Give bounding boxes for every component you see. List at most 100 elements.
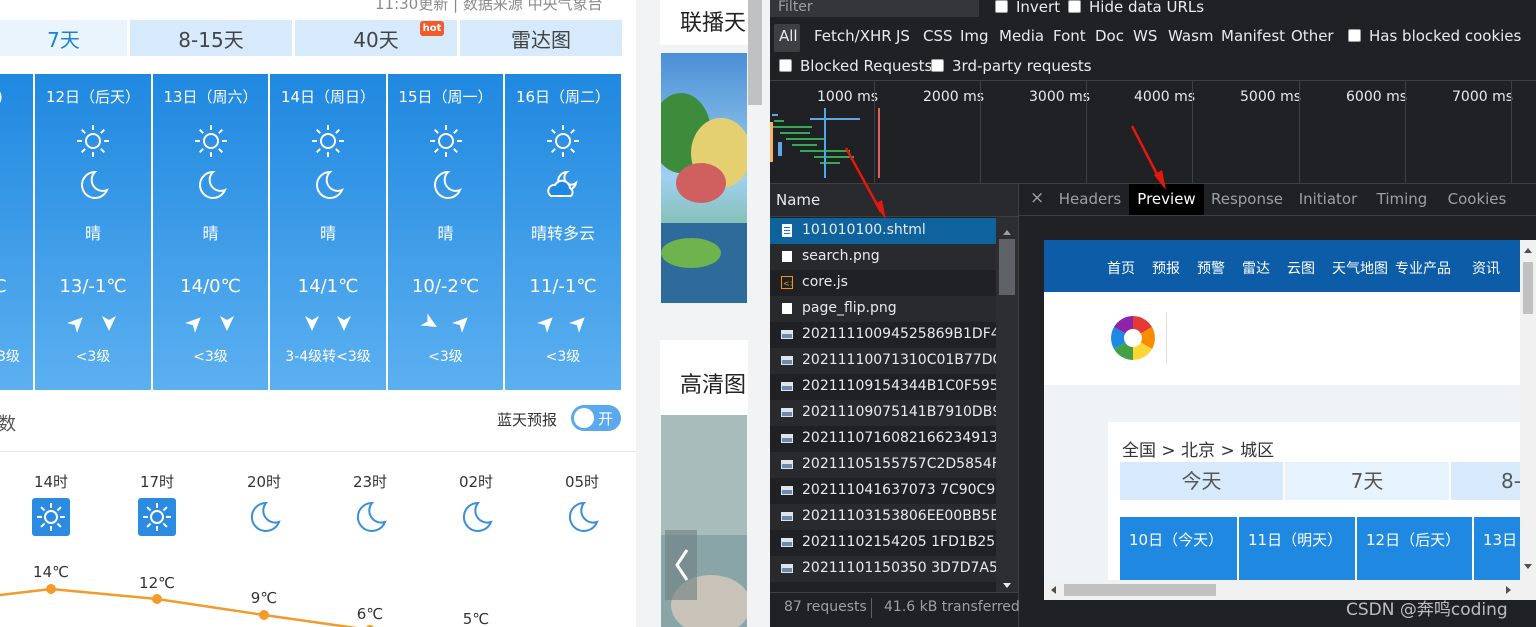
section-title-hd: 高清图 xyxy=(680,373,747,398)
blue-sky-toggle[interactable]: 开 xyxy=(571,405,621,431)
request-row[interactable]: search.png xyxy=(770,244,996,270)
day-date: 16日（周二） xyxy=(515,88,611,106)
request-row[interactable]: <> core.js xyxy=(770,270,996,296)
preview-nav-item[interactable]: 云图 xyxy=(1287,258,1315,278)
tab-preview[interactable]: Preview xyxy=(1129,184,1204,215)
preview-nav-item[interactable]: 预报 xyxy=(1152,258,1180,278)
name-column-header[interactable]: Name xyxy=(770,184,1018,216)
sun-icon xyxy=(32,498,70,536)
filter-manifest[interactable]: Manifest xyxy=(1221,27,1285,45)
status-requests: 87 requests xyxy=(784,599,867,615)
scroll-up-icon xyxy=(1524,248,1532,253)
preview-nav-item[interactable]: 首页 xyxy=(1107,258,1135,278)
preview-tab-8-15[interactable]: 8- xyxy=(1451,462,1521,500)
request-row[interactable]: page_flip.png xyxy=(770,296,996,322)
request-row[interactable]: 20211110094525869B1DF4AE xyxy=(770,322,996,348)
filter-img[interactable]: Img xyxy=(960,27,989,45)
tab-cookies[interactable]: Cookies xyxy=(1440,184,1514,215)
temperature-curve xyxy=(0,584,374,627)
preview-day-card[interactable]: 12日（后天） xyxy=(1357,517,1472,587)
request-row[interactable]: 101010100.shtml xyxy=(770,218,996,244)
filter-other[interactable]: Other xyxy=(1291,27,1334,45)
fantasy-landscape-image[interactable] xyxy=(661,53,747,303)
sun-icon xyxy=(427,122,465,160)
filter-font[interactable]: Font xyxy=(1053,27,1086,45)
img-file-icon xyxy=(781,562,793,575)
preview-nav-item[interactable]: 雷达 xyxy=(1242,258,1270,278)
preview-tab-today[interactable]: 今天 xyxy=(1120,462,1283,500)
filter-js[interactable]: JS xyxy=(896,27,910,45)
request-row[interactable]: 20211103153806EE00BB5EAC xyxy=(770,504,996,530)
preview-nav-item[interactable]: 天气地图 xyxy=(1332,258,1388,278)
side-content: 联播天 高清图 xyxy=(636,0,770,627)
day-weather: 晴 xyxy=(319,224,336,243)
sun-icon xyxy=(138,498,176,536)
invert-checkbox[interactable]: Invert xyxy=(995,0,1060,16)
preview-day-card[interactable]: 11日（明天） xyxy=(1239,517,1355,587)
day-weather: 晴转多云 xyxy=(530,224,595,243)
temp-label: 5℃ xyxy=(462,610,490,627)
tab-headers[interactable]: Headers xyxy=(1052,184,1128,215)
preview-pane[interactable]: 首页 预报 预警 雷达 云图 天气地图 专业产品 资讯 全国 > 北京 > 城区… xyxy=(1044,240,1536,600)
third-party-requests-checkbox[interactable]: 3rd-party requests xyxy=(931,57,1092,75)
img-file-icon xyxy=(781,458,793,471)
request-row[interactable]: 20211107160821662349133F xyxy=(770,426,996,452)
request-row[interactable]: 20211109075141B7910DB91E xyxy=(770,400,996,426)
moon-icon xyxy=(457,498,495,536)
day-card[interactable]: 16日（周二） 晴转多云 11/-1℃ <3级 xyxy=(505,74,621,390)
day-card[interactable]: 13日（周六） 晴 14/0℃ <3级 xyxy=(153,74,268,390)
request-row[interactable]: 20211101150350 3D7D7A5A4 xyxy=(770,556,996,582)
update-info: 11:30更新 | 数据来源 中央气象台 xyxy=(375,0,603,13)
day-date: 天) xyxy=(0,86,3,107)
day-temp: 11/-1℃ xyxy=(529,276,597,297)
tab-timing[interactable]: Timing xyxy=(1370,184,1434,215)
sun-icon xyxy=(544,122,582,160)
preview-day-card[interactable]: 10日（今天） xyxy=(1120,517,1237,587)
filter-all[interactable]: All xyxy=(779,27,798,45)
waterfall-overview[interactable] xyxy=(770,108,900,178)
preview-nav-item[interactable]: 预警 xyxy=(1197,258,1225,278)
tab-8-15days[interactable]: 8-15天 xyxy=(130,20,292,56)
request-list-scrollbar[interactable] xyxy=(996,217,1018,592)
day-date: 12日（后天） xyxy=(45,88,141,106)
request-row[interactable]: 20211110071310C01B77DCB. xyxy=(770,348,996,374)
site-logo xyxy=(1111,316,1155,360)
preview-nav-item[interactable]: 专业产品 xyxy=(1395,258,1451,278)
filter-wasm[interactable]: Wasm xyxy=(1168,27,1214,45)
filter-fetch-xhr[interactable]: Fetch/XHR xyxy=(814,27,892,45)
filter-ws[interactable]: WS xyxy=(1133,27,1157,45)
day-temp: 14/1℃ xyxy=(297,276,359,297)
preview-vscroll[interactable] xyxy=(1520,240,1536,600)
day-card-partial[interactable]: 天) C 3级 xyxy=(0,74,33,390)
blocked-requests-checkbox[interactable]: Blocked Requests xyxy=(779,57,932,75)
hide-data-urls-checkbox[interactable]: Hide data URLs xyxy=(1068,0,1204,16)
has-blocked-cookies-checkbox[interactable]: Has blocked cookies xyxy=(1348,27,1521,45)
day-card[interactable]: 12日（后天） 晴 13/-1℃ <3级 xyxy=(35,74,151,390)
tab-7days[interactable]: 7天 xyxy=(0,20,127,56)
day-card[interactable]: 15日（周一） 晴 10/-2℃ <3级 xyxy=(388,74,503,390)
day-wind-level: <3级 xyxy=(75,349,111,365)
close-icon[interactable]: × xyxy=(1030,188,1044,208)
filter-css[interactable]: CSS xyxy=(923,27,953,45)
filter-input[interactable]: Filter xyxy=(778,0,813,15)
request-row[interactable]: 202111041637073 7C90C96C. xyxy=(770,478,996,504)
filter-input-box[interactable]: Filter xyxy=(770,0,979,17)
request-name: search.png xyxy=(802,248,880,264)
preview-day-card[interactable]: 13日 xyxy=(1474,517,1520,587)
blank-file-icon xyxy=(781,250,793,263)
page-scrollbar-thumb[interactable] xyxy=(748,0,762,105)
filter-doc[interactable]: Doc xyxy=(1095,27,1124,45)
preview-nav-item[interactable]: 资讯 xyxy=(1472,258,1500,278)
tab-radar[interactable]: 雷达图 xyxy=(460,20,622,56)
tab-initiator[interactable]: Initiator xyxy=(1291,184,1365,215)
hd-photo-image[interactable] xyxy=(661,415,747,627)
request-row[interactable]: 20211109154344B1C0F595A1 xyxy=(770,374,996,400)
request-row[interactable]: 20211102154205 1FD1B25238 xyxy=(770,530,996,556)
day-card[interactable]: 14日（周日） 晴 14/1℃ 3-4级转<3级 xyxy=(270,74,386,390)
scroll-right-icon xyxy=(1506,586,1511,594)
tab-response[interactable]: Response xyxy=(1206,184,1288,215)
filter-media[interactable]: Media xyxy=(999,27,1044,45)
request-row[interactable]: 20211105155757C2D5854F63 xyxy=(770,452,996,478)
day-temp: 14/0℃ xyxy=(180,276,241,297)
preview-tab-7days[interactable]: 7天 xyxy=(1285,462,1449,500)
